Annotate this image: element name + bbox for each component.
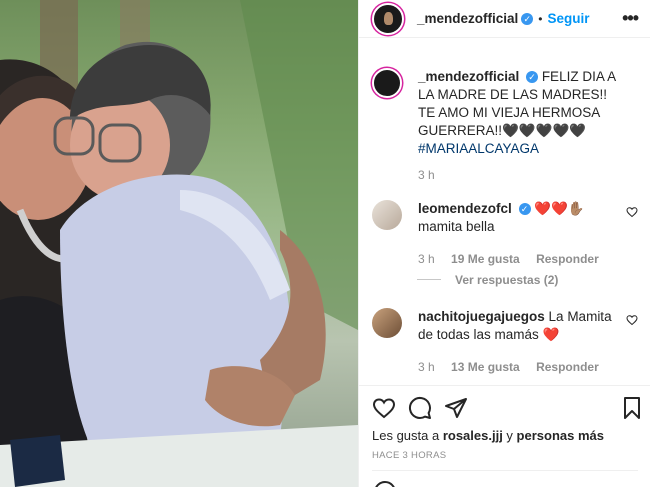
likes-others-link[interactable]: personas más (517, 428, 604, 443)
comment-like-icon[interactable] (626, 314, 638, 326)
verified-badge-icon: ✓ (518, 203, 531, 215)
replies-divider (417, 279, 441, 280)
liker-username[interactable]: rosales.jjj (443, 428, 503, 443)
send-icon[interactable] (444, 396, 468, 420)
post-header: _mendezofficial ✓ • Seguir ••• (359, 0, 650, 38)
post-actions: Les gusta a rosales.jjj y personas más H… (359, 385, 650, 487)
comment-username[interactable]: nachitojuegajuegos (418, 309, 545, 324)
emoji-icon[interactable] (374, 481, 396, 487)
caption-time: 3 h (418, 168, 435, 182)
reply-button[interactable]: Responder (536, 252, 599, 266)
view-replies-button[interactable]: Ver respuestas (2) (417, 273, 558, 287)
verified-badge-icon: ✓ (521, 12, 534, 25)
post-timestamp: HACE 3 HORAS (372, 450, 447, 461)
likes-prefix: Les gusta a (372, 428, 443, 443)
comment-time: 3 h (418, 252, 435, 266)
follow-button[interactable]: Seguir (547, 11, 589, 26)
reply-button[interactable]: Responder (536, 360, 599, 374)
comment-likes[interactable]: 13 Me gusta (451, 360, 520, 374)
caption-username[interactable]: _mendezofficial (418, 69, 519, 84)
separator-dot: • (538, 11, 543, 26)
post-side-panel: _mendezofficial ✓ • Seguir ••• _mendezof… (358, 0, 650, 487)
commenter-avatar[interactable] (372, 308, 402, 338)
comment-like-icon[interactable] (626, 206, 638, 218)
commenter-avatar[interactable] (372, 200, 402, 230)
more-options-icon[interactable]: ••• (622, 8, 639, 29)
likes-summary: Les gusta a rosales.jjj y personas más (372, 428, 604, 443)
comment-icon[interactable] (408, 396, 432, 420)
hashtag-link[interactable]: #MARIAALCAYAGA (418, 140, 618, 158)
likes-connector: y (502, 428, 517, 443)
comment-emoji: ❤️❤️✋🏽 (534, 201, 585, 216)
bookmark-icon[interactable] (620, 396, 644, 420)
comment-username[interactable]: leomendezofcl (418, 201, 512, 216)
add-comment-bar[interactable] (372, 470, 638, 487)
heart-icon[interactable] (372, 396, 396, 420)
photo-illustration (0, 0, 358, 487)
comment-time: 3 h (418, 360, 435, 374)
author-avatar[interactable] (372, 2, 404, 35)
comment-text: mamita bella (418, 219, 495, 234)
post-photo[interactable] (0, 0, 358, 487)
caption-avatar[interactable] (372, 68, 402, 98)
comment-likes[interactable]: 19 Me gusta (451, 252, 520, 266)
verified-badge-icon: ✓ (526, 71, 539, 83)
view-replies-label: Ver respuestas (2) (455, 273, 559, 287)
author-username[interactable]: _mendezofficial (417, 11, 518, 26)
